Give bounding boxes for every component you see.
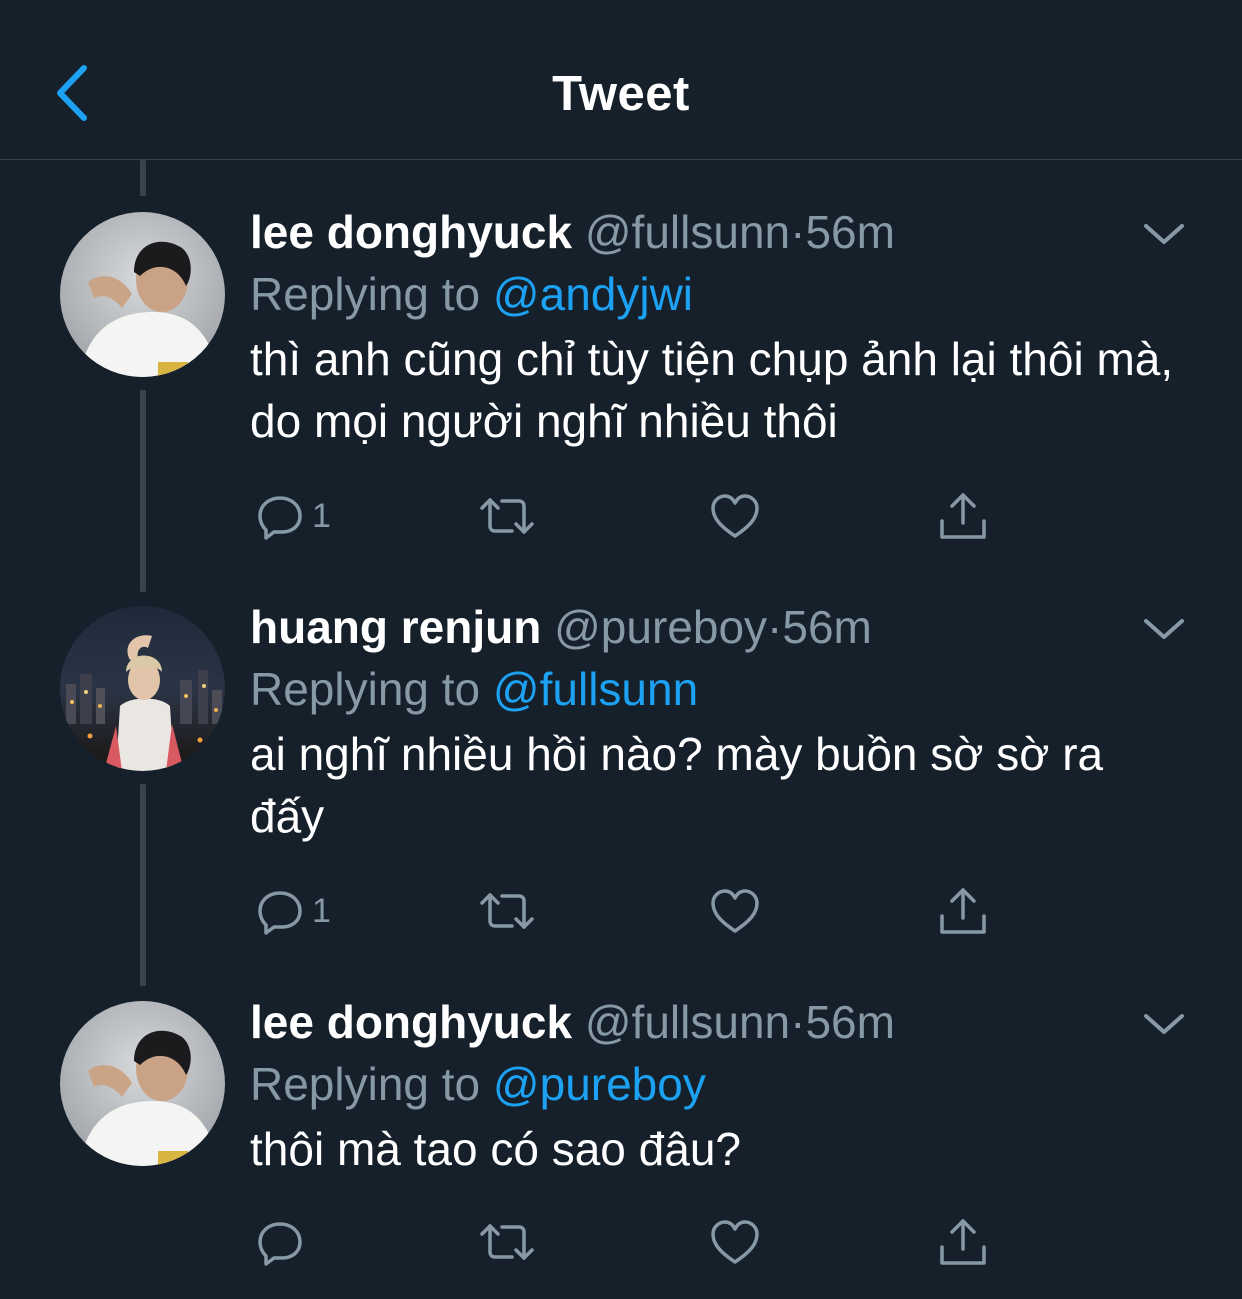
timestamp[interactable]: 56m xyxy=(782,601,871,653)
author-handle[interactable]: @fullsunn xyxy=(585,206,790,258)
author-name[interactable]: lee donghyuck xyxy=(250,206,572,258)
tweet-header: lee donghyuck @fullsunn·56m xyxy=(250,994,895,1050)
tweet[interactable]: lee donghyuck @fullsunn·56m Replying to … xyxy=(0,204,1242,564)
more-options-button[interactable] xyxy=(1140,1008,1188,1038)
heart-icon xyxy=(711,1220,759,1264)
separator-dot: · xyxy=(790,996,806,1048)
retweet-icon xyxy=(480,1224,534,1260)
author-name[interactable]: huang renjun xyxy=(250,601,541,653)
reply-count: 1 xyxy=(312,496,331,535)
reply-count: 1 xyxy=(312,891,331,930)
reply-button[interactable]: 1 xyxy=(256,881,331,941)
retweet-button[interactable] xyxy=(478,1212,536,1272)
chevron-down-icon xyxy=(1144,1014,1184,1034)
like-button[interactable] xyxy=(710,486,760,546)
replying-to: Replying to @fullsunn xyxy=(250,661,698,717)
replying-to-label: Replying to xyxy=(250,663,481,715)
retweet-icon xyxy=(480,893,534,929)
share-button[interactable] xyxy=(938,486,988,546)
reply-button[interactable] xyxy=(256,1212,304,1272)
author-handle[interactable]: @fullsunn xyxy=(585,996,790,1048)
heart-icon xyxy=(711,494,759,538)
like-button[interactable] xyxy=(710,881,760,941)
separator-dot: · xyxy=(790,206,806,258)
replying-to: Replying to @andyjwi xyxy=(250,266,693,322)
tweet-header: lee donghyuck @fullsunn·56m xyxy=(250,204,895,260)
retweet-icon xyxy=(480,498,534,534)
tweet[interactable]: huang renjun @pureboy·56m Replying to @f… xyxy=(0,599,1242,959)
tweet-text: thôi mà tao có sao đâu? xyxy=(250,1123,741,1175)
share-icon xyxy=(940,888,986,934)
more-options-button[interactable] xyxy=(1140,613,1188,643)
tweet-text: thì anh cũng chỉ tùy tiện chụp ảnh lại t… xyxy=(250,333,1174,447)
tweet-actions: 1 xyxy=(250,881,1010,941)
reply-icon xyxy=(258,496,302,540)
chevron-down-icon xyxy=(1144,224,1184,244)
author-handle[interactable]: @pureboy xyxy=(554,601,767,653)
retweet-button[interactable] xyxy=(478,486,536,546)
share-button[interactable] xyxy=(938,881,988,941)
avatar[interactable] xyxy=(60,1001,225,1166)
reply-icon xyxy=(258,891,302,935)
more-options-button[interactable] xyxy=(1140,218,1188,248)
share-icon xyxy=(940,493,986,539)
page-title: Tweet xyxy=(552,67,690,121)
share-icon xyxy=(940,1219,986,1265)
mention-link[interactable]: @pureboy xyxy=(493,1058,706,1110)
tweet-header: huang renjun @pureboy·56m xyxy=(250,599,872,655)
share-button[interactable] xyxy=(938,1212,988,1272)
replying-to-label: Replying to xyxy=(250,268,481,320)
heart-icon xyxy=(711,889,759,933)
avatar[interactable] xyxy=(60,606,225,771)
tweet[interactable]: lee donghyuck @fullsunn·56m Replying to … xyxy=(0,994,1242,1294)
tweet-actions: 1 xyxy=(250,486,1010,546)
avatar[interactable] xyxy=(60,212,225,377)
thread-connector-top xyxy=(140,160,146,196)
top-nav-bar: Tweet xyxy=(0,0,1242,160)
retweet-button[interactable] xyxy=(478,881,536,941)
author-name[interactable]: lee donghyuck xyxy=(250,996,572,1048)
replying-to: Replying to @pureboy xyxy=(250,1056,706,1112)
reply-icon xyxy=(258,1222,302,1266)
timestamp[interactable]: 56m xyxy=(805,206,894,258)
chevron-down-icon xyxy=(1144,619,1184,639)
mention-link[interactable]: @fullsunn xyxy=(493,663,698,715)
mention-link[interactable]: @andyjwi xyxy=(493,268,693,320)
timestamp[interactable]: 56m xyxy=(805,996,894,1048)
reply-button[interactable]: 1 xyxy=(256,486,331,546)
tweet-text: ai nghĩ nhiều hồi nào? mày buồn sờ sờ ra… xyxy=(250,728,1104,842)
separator-dot: · xyxy=(767,601,783,653)
like-button[interactable] xyxy=(710,1212,760,1272)
replying-to-label: Replying to xyxy=(250,1058,481,1110)
tweet-actions xyxy=(250,1212,1010,1272)
